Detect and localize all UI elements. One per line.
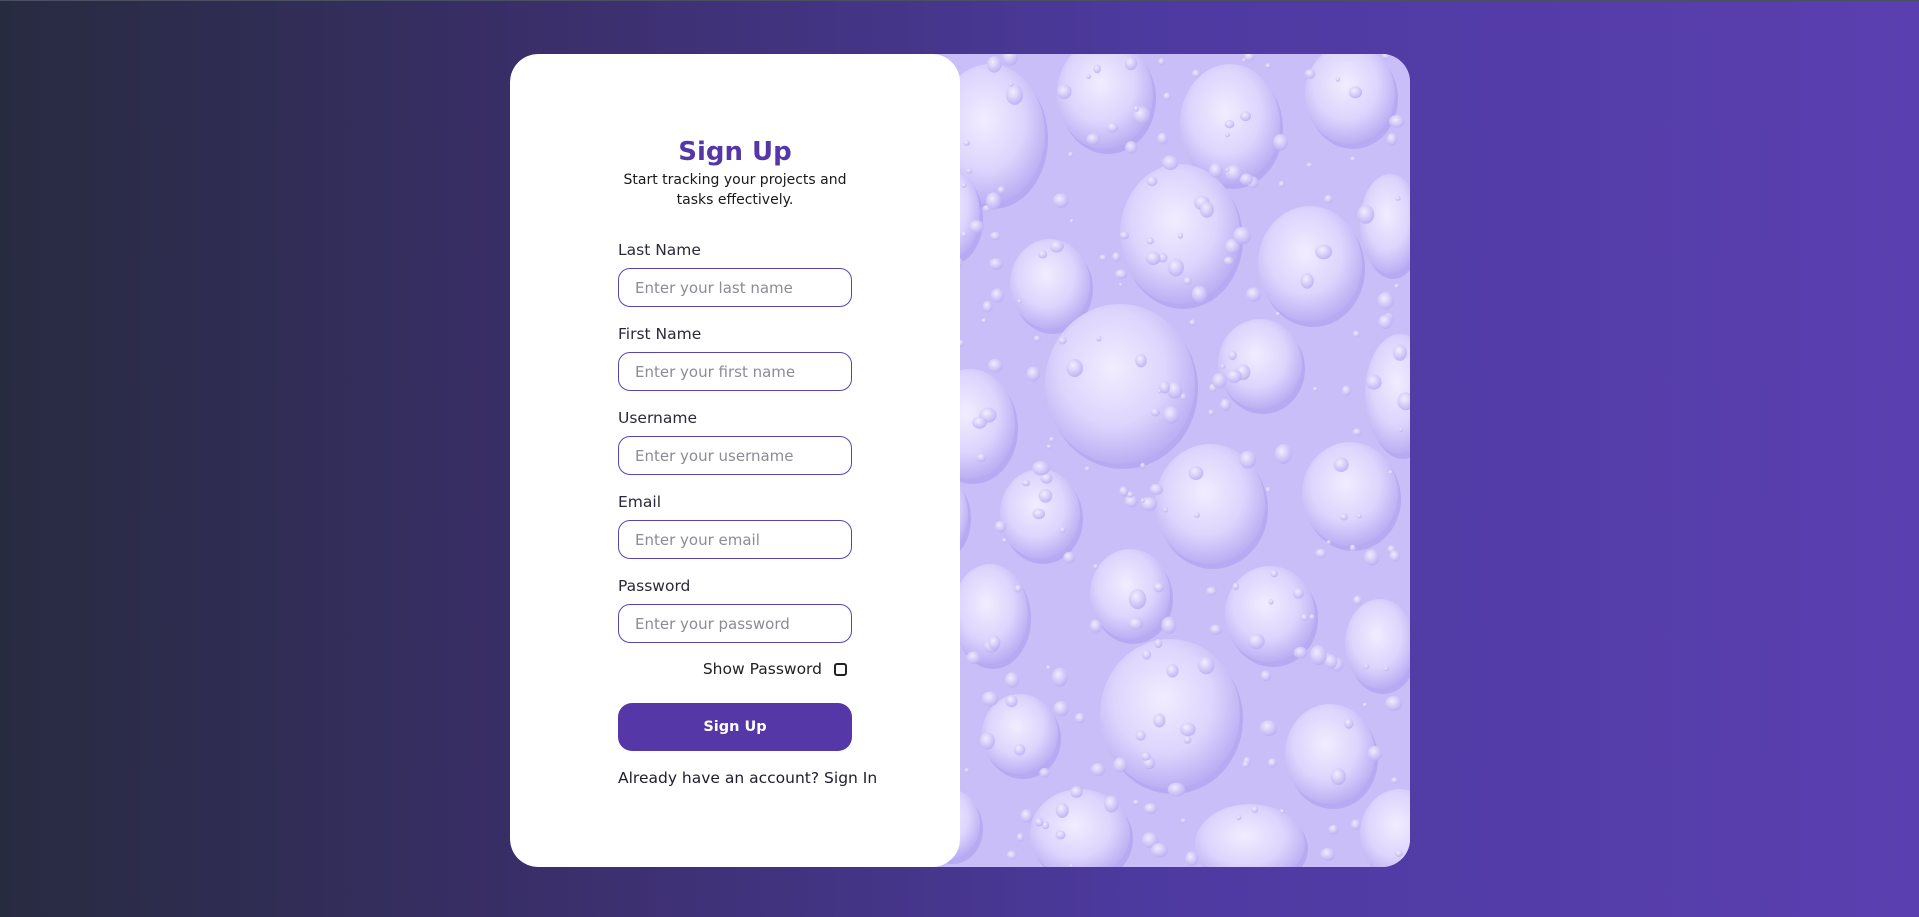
signin-prompt-text: Already have an account? bbox=[618, 769, 820, 787]
signup-form-panel: Sign Up Start tracking your projects and… bbox=[510, 54, 960, 867]
password-label: Password bbox=[618, 577, 691, 595]
first-name-field-group: First Name bbox=[618, 324, 852, 391]
last-name-field-group: Last Name bbox=[618, 240, 852, 307]
signup-form: Sign Up Start tracking your projects and… bbox=[618, 136, 877, 787]
page-title: Sign Up bbox=[678, 137, 792, 167]
email-label: Email bbox=[618, 493, 662, 511]
show-password-row: Show Password bbox=[618, 659, 852, 679]
show-password-checkbox[interactable] bbox=[834, 662, 847, 676]
username-input[interactable] bbox=[618, 436, 852, 475]
sign-up-button[interactable]: Sign Up bbox=[618, 703, 852, 751]
signin-prompt-row: Already have an account? Sign In bbox=[618, 769, 877, 787]
first-name-label: First Name bbox=[618, 325, 702, 343]
signup-card: Sign Up Start tracking your projects and… bbox=[510, 54, 1410, 867]
first-name-input[interactable] bbox=[618, 352, 852, 391]
page-subtitle: Start tracking your projects and tasks e… bbox=[623, 172, 847, 208]
password-field-group: Password bbox=[618, 576, 852, 643]
email-input[interactable] bbox=[618, 520, 852, 559]
show-password-label: Show Password bbox=[702, 660, 822, 678]
sign-in-link[interactable]: Sign In bbox=[824, 769, 877, 787]
username-label: Username bbox=[618, 409, 698, 427]
last-name-label: Last Name bbox=[618, 241, 701, 259]
water-drops-image bbox=[930, 54, 1410, 867]
last-name-input[interactable] bbox=[618, 268, 852, 307]
top-border bbox=[0, 0, 1919, 1]
water-drops-illustration bbox=[930, 54, 1410, 867]
email-field-group: Email bbox=[618, 492, 852, 559]
password-input[interactable] bbox=[618, 604, 852, 643]
username-field-group: Username bbox=[618, 408, 852, 475]
